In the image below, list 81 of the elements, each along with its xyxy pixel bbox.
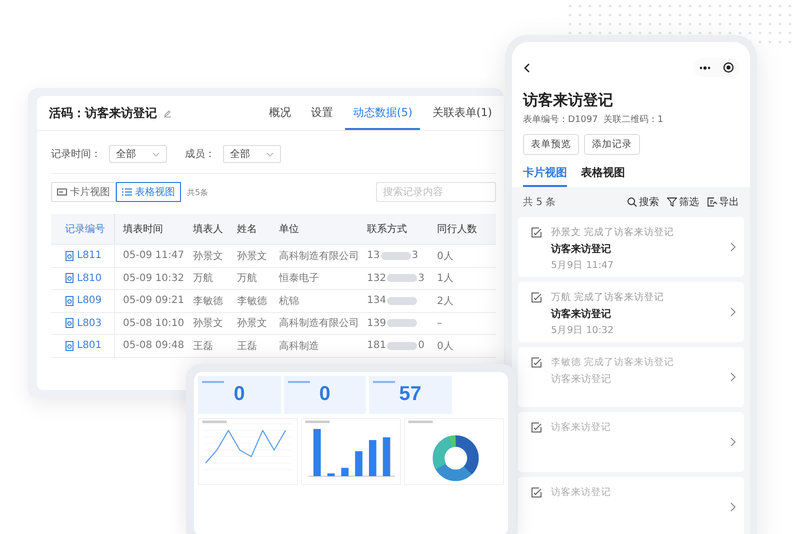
table-cell-text: 孙景文 bbox=[192, 316, 224, 330]
toolbar-action[interactable]: 搜索 bbox=[627, 195, 659, 209]
table-cell-text: 李敏德 bbox=[192, 294, 224, 308]
column-header: 联系方式 bbox=[366, 222, 408, 236]
view-toggle-button[interactable]: 表格视图 bbox=[116, 182, 181, 202]
card-title: 访客来访登记 bbox=[551, 242, 612, 256]
table-cell-text: 杭锦 bbox=[278, 294, 300, 308]
record-link[interactable]: L801 bbox=[51, 335, 115, 356]
table-cell-text: 孙景文 bbox=[236, 250, 268, 263]
table-cell-text: 05-08 09:48 bbox=[122, 340, 185, 352]
record-count: 共5条 bbox=[187, 186, 208, 198]
column-header: 同行人数 bbox=[436, 223, 478, 236]
column-header: 填表时间 bbox=[122, 222, 164, 236]
phone-number-end: 3 bbox=[412, 250, 418, 262]
record-link[interactable]: L811 bbox=[51, 245, 115, 266]
table-cell-text: 0人 bbox=[436, 250, 454, 263]
record-link[interactable]: L809 bbox=[51, 290, 115, 312]
stat-value: 57 bbox=[399, 383, 422, 406]
select-dropdown[interactable]: 全部 bbox=[109, 145, 167, 163]
table-cell-text: 05-09 09:21 bbox=[122, 295, 185, 306]
window-title: 活码：访客来访登记 bbox=[49, 104, 157, 122]
form-meta: 表单编号：D1097 关联二维码：1 bbox=[522, 114, 664, 126]
card-title: 访客来访登记 bbox=[551, 307, 612, 321]
phone-number-start: 132 bbox=[367, 272, 386, 284]
phone-number-end: 0 bbox=[418, 340, 424, 352]
card-date: 5月9日 11:47 bbox=[551, 259, 614, 272]
phone-number-start: 181 bbox=[367, 340, 386, 352]
table-cell-text: 万航 bbox=[236, 272, 258, 286]
phone-number-start: 134 bbox=[367, 295, 386, 306]
card-summary: 孙景文 完成了访客来访登记 bbox=[551, 226, 676, 239]
table-cell-text: 李敏德 bbox=[236, 294, 268, 308]
card-title: 访客来访登记 bbox=[551, 372, 612, 386]
toolbar-action[interactable]: 导出 bbox=[707, 195, 739, 209]
record-count: 共 5 条 bbox=[523, 196, 556, 209]
record-link[interactable]: L810 bbox=[51, 268, 115, 289]
stat-value: 0 bbox=[319, 383, 330, 406]
table-cell-text: 恒泰电子 bbox=[278, 272, 320, 286]
tab[interactable]: 设置 bbox=[302, 96, 341, 130]
table-cell-text: 万航 bbox=[192, 272, 214, 286]
toolbar-action[interactable]: 筛选 bbox=[667, 195, 699, 209]
record-card[interactable]: 孙景文 完成了访客来访登记 访客来访登记 5月9日 11:47 bbox=[518, 217, 744, 277]
view-toggle-button[interactable]: 卡片视图 bbox=[51, 182, 116, 202]
tab[interactable]: 动态数据(5) bbox=[344, 96, 420, 130]
table-cell-text: 05-08 10:10 bbox=[122, 318, 185, 329]
table-cell-text: 2人 bbox=[436, 294, 454, 308]
outline-button[interactable]: 表单预览 bbox=[523, 134, 579, 155]
table-cell-text: 05-09 10:32 bbox=[122, 272, 185, 284]
table-cell-text: 高科制造有限公司 bbox=[278, 316, 359, 330]
record-link[interactable]: L803 bbox=[51, 312, 115, 334]
table-cell-text: 0人 bbox=[436, 340, 454, 353]
tab[interactable]: 概况 bbox=[260, 96, 299, 130]
column-header: 姓名 bbox=[236, 223, 258, 236]
stat-value: 0 bbox=[234, 383, 245, 406]
tab[interactable]: 关联表单(1) bbox=[424, 96, 500, 130]
tab[interactable]: 表格视图 bbox=[581, 165, 625, 187]
select-dropdown[interactable]: 全部 bbox=[223, 145, 281, 163]
column-header: 填表人 bbox=[192, 222, 224, 236]
card-summary: 万航 完成了访客来访登记 bbox=[551, 291, 666, 304]
table-cell-text: 王磊 bbox=[192, 340, 214, 353]
filter-label: 成员： bbox=[185, 148, 215, 161]
table-cell-text: 高科制造 bbox=[278, 340, 320, 353]
table-cell-text: 王磊 bbox=[236, 340, 258, 353]
phone-number-end: 3 bbox=[418, 272, 424, 284]
card-summary: 访客来访登记 bbox=[551, 421, 612, 434]
table-cell-text: 孙景文 bbox=[192, 250, 224, 263]
column-header: 记录编号 bbox=[51, 214, 115, 244]
table-cell-text: 孙景文 bbox=[236, 316, 268, 330]
phone-number-start: 139 bbox=[367, 318, 386, 329]
table-cell-text: – bbox=[436, 318, 443, 329]
column-header: 单位 bbox=[278, 222, 300, 236]
record-card[interactable]: 万航 完成了访客来访登记 访客来访登记 5月9日 10:32 bbox=[518, 282, 744, 342]
table-cell-text: 05-09 11:47 bbox=[122, 250, 185, 262]
card-summary: 李敏德 完成了访客来访登记 bbox=[551, 356, 676, 369]
card-date: 5月9日 10:32 bbox=[551, 324, 614, 337]
outline-button[interactable]: 添加记录 bbox=[584, 134, 640, 155]
filter-label: 记录时间： bbox=[51, 148, 101, 161]
table-cell-text: 1人 bbox=[436, 272, 454, 286]
phone-number-start: 13 bbox=[367, 250, 380, 262]
table-cell-text: 高科制造有限公司 bbox=[278, 250, 359, 263]
card-summary: 访客来访登记 bbox=[551, 486, 612, 499]
form-title: 访客来访登记 bbox=[522, 90, 614, 110]
